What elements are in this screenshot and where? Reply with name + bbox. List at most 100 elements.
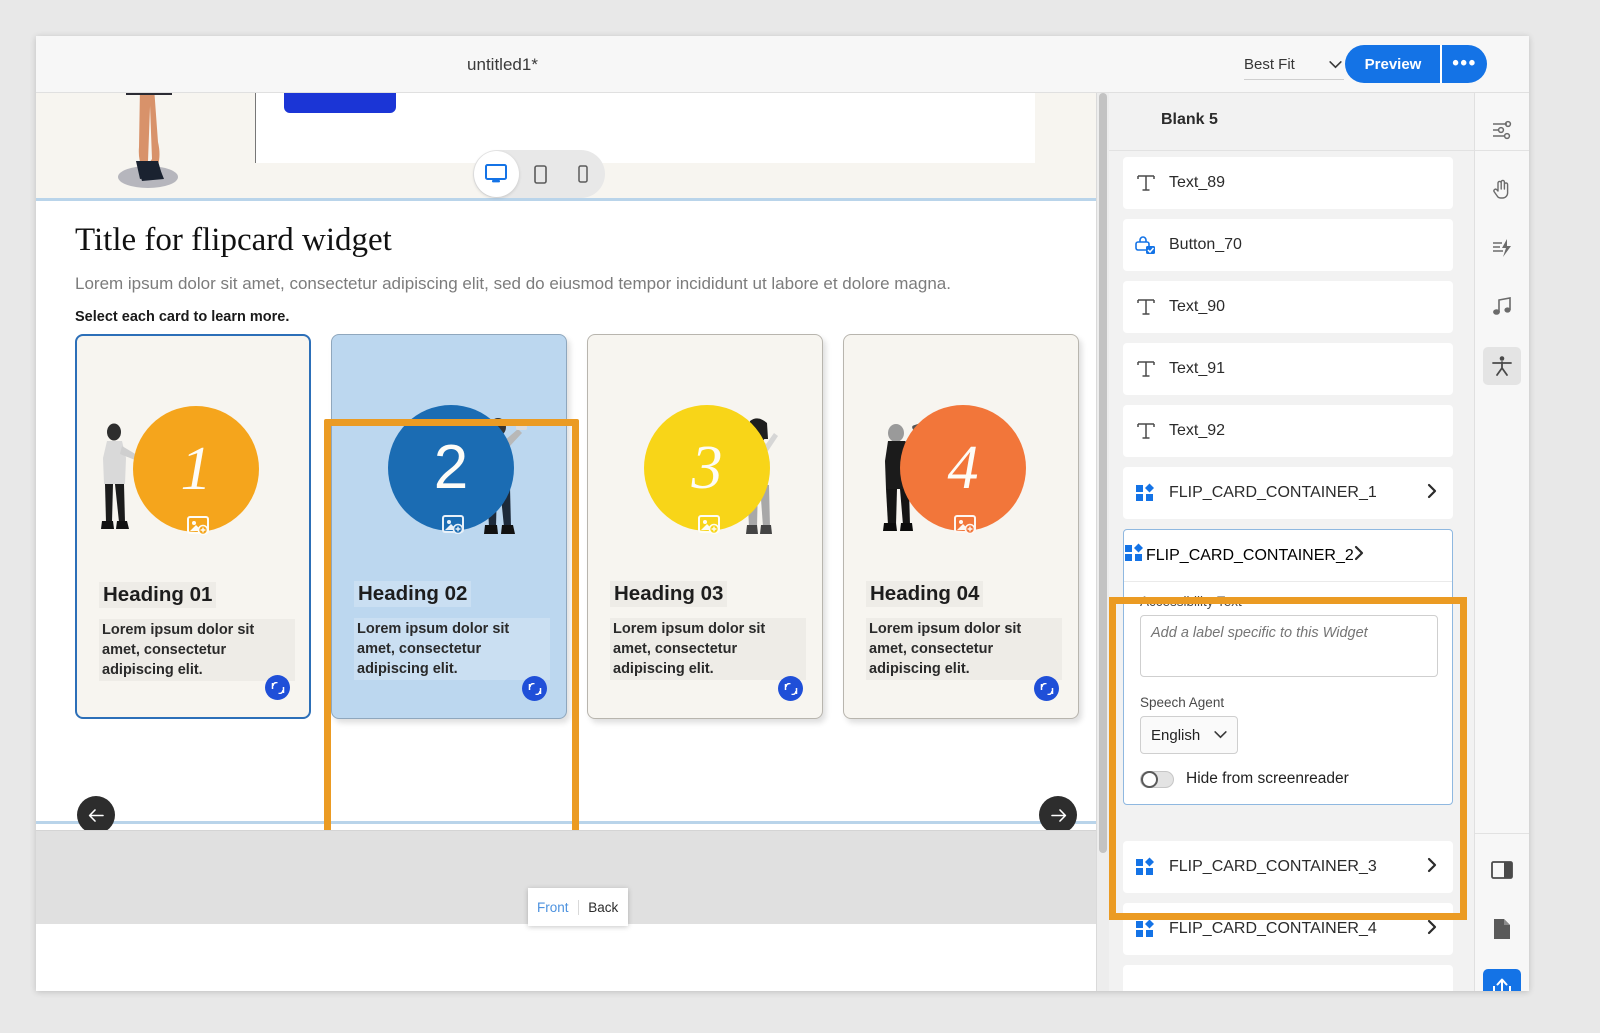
device-tablet-button[interactable]: [519, 150, 562, 198]
accessibility-button[interactable]: [1483, 347, 1521, 385]
widget-icon: [1123, 483, 1169, 503]
list-item-label: FLIP_CARD_CONTAINER_4: [1169, 920, 1377, 937]
effects-icon: [1493, 239, 1511, 257]
list-item-text-91[interactable]: Text_91: [1123, 343, 1453, 395]
flipcard-3-flip-button[interactable]: [778, 676, 803, 701]
widget-title: Title for flipcard widget: [75, 222, 392, 258]
flipcard-widget-canvas: Title for flipcard widget Lorem ipsum do…: [36, 204, 1096, 834]
device-desktop-button[interactable]: [474, 151, 519, 197]
widget-icon: [1124, 543, 1146, 568]
layout-panel-button[interactable]: [1483, 851, 1521, 889]
panel-scrollbar-thumb[interactable]: [1099, 93, 1107, 853]
flipcard-2-body: Lorem ipsum dolor sit amet, consectetur …: [354, 618, 550, 680]
audio-button[interactable]: [1483, 288, 1521, 326]
flip-icon: [528, 682, 541, 695]
layout-panel-icon: [1491, 861, 1513, 879]
preview-button[interactable]: Preview: [1345, 45, 1441, 83]
hide-from-screenreader-row[interactable]: Hide from screenreader: [1140, 770, 1436, 788]
list-item-flip-card-container-3[interactable]: FLIP_CARD_CONTAINER_3: [1123, 841, 1453, 893]
device-mobile-button[interactable]: [562, 150, 605, 198]
text-icon: [1123, 359, 1169, 379]
flipcard-row: 1 Heading 01 Lorem ipsum dolor sit amet,…: [75, 334, 1085, 724]
button-icon: [1123, 235, 1169, 255]
text-icon: [1123, 173, 1169, 193]
rail-divider: [1475, 150, 1529, 151]
list-item-label: Text_89: [1169, 174, 1226, 191]
flipcard-1-heading: Heading 01: [99, 582, 216, 608]
front-tab[interactable]: Front: [528, 900, 578, 915]
list-item-label: Text_90: [1169, 298, 1226, 315]
zoom-level-value: Best Fit: [1244, 56, 1295, 73]
chevron-down-icon: [1214, 731, 1227, 739]
list-item-text-92[interactable]: Text_92: [1123, 405, 1453, 457]
list-item-flip-card-container-4[interactable]: FLIP_CARD_CONTAINER_4: [1123, 903, 1453, 955]
text-icon: [1123, 297, 1169, 317]
arrow-right-icon: [1050, 808, 1066, 822]
properties-panel: Blank 5 Text_89 Button_70 Text_90 Text_9…: [1096, 93, 1475, 991]
zoom-level-select[interactable]: Best Fit: [1244, 50, 1344, 80]
toggle-knob: [1141, 770, 1158, 788]
panel-scrollbar[interactable]: [1097, 93, 1109, 991]
audio-music-icon: [1493, 297, 1511, 315]
chevron-right-icon[interactable]: [1427, 919, 1437, 940]
chevron-right-icon[interactable]: [1427, 857, 1437, 878]
list-item-text-89[interactable]: Text_89: [1123, 157, 1453, 209]
speech-agent-label: Speech Agent: [1140, 695, 1225, 710]
carousel-prev-button[interactable]: [77, 796, 115, 834]
device-preview-toggle[interactable]: [473, 150, 605, 198]
widget-icon: [1123, 919, 1169, 939]
speech-agent-select[interactable]: English: [1140, 716, 1238, 754]
image-placeholder-icon-2: [442, 515, 464, 534]
flipcard-1-number: 1: [180, 435, 212, 503]
list-item-button-70[interactable]: Button_70: [1123, 219, 1453, 271]
list-item-partial[interactable]: [1123, 965, 1453, 991]
text-icon: [1123, 421, 1169, 441]
properties-sliders-icon: [1493, 120, 1512, 140]
flipcard-2[interactable]: 2 Heading 02 Lorem ipsum dolor sit amet,…: [331, 334, 567, 719]
list-item-label: Button_70: [1169, 236, 1242, 253]
accessibility-text-label: Accessibility Text: [1140, 594, 1242, 609]
front-back-toggle[interactable]: Front Back: [528, 888, 628, 926]
publish-share-button[interactable]: [1483, 969, 1521, 991]
stage-top-strip: [36, 93, 1096, 201]
flipcard-1-flip-button[interactable]: [265, 675, 290, 700]
list-item-flip-card-container-1[interactable]: FLIP_CARD_CONTAINER_1: [1123, 467, 1453, 519]
page-document-icon: [1494, 919, 1510, 939]
back-tab[interactable]: Back: [577, 899, 629, 915]
page-document-button[interactable]: [1483, 910, 1521, 948]
flipcard-3-heading: Heading 03: [610, 581, 727, 607]
flipcard-1[interactable]: 1 Heading 01 Lorem ipsum dolor sit amet,…: [75, 334, 311, 719]
expanded-item-header[interactable]: FLIP_CARD_CONTAINER_2: [1124, 530, 1452, 582]
flipcard-2-number: 2: [433, 433, 469, 502]
expanded-item-flip-card-container-2: FLIP_CARD_CONTAINER_2 Accessibility Text…: [1123, 529, 1453, 805]
properties-sliders-button[interactable]: [1483, 111, 1521, 149]
widget-subtitle: Lorem ipsum dolor sit amet, consectetur …: [75, 274, 951, 293]
mobile-icon: [578, 165, 589, 183]
flipcard-2-heading: Heading 02: [354, 581, 472, 607]
expanded-item-body: Accessibility Text Speech Agent English: [1124, 582, 1452, 804]
speech-agent-value: English: [1151, 726, 1201, 744]
widget-icon: [1123, 857, 1169, 877]
interactions-button[interactable]: [1483, 170, 1521, 208]
flipcard-4-heading: Heading 04: [866, 581, 983, 607]
more-options-button[interactable]: •••: [1440, 45, 1487, 83]
image-placeholder-icon-3: [698, 515, 720, 534]
flipcard-3-circle: 3: [644, 405, 770, 531]
flipcard-4[interactable]: 4 Heading 04 Lorem ipsum dolor sit amet,…: [843, 334, 1079, 719]
list-item-text-90[interactable]: Text_90: [1123, 281, 1453, 333]
hide-from-screenreader-toggle[interactable]: [1140, 770, 1174, 788]
list-item-label: Text_92: [1169, 422, 1226, 439]
accessibility-text-input[interactable]: [1140, 615, 1438, 677]
widget-instruction: Select each card to learn more.: [75, 309, 290, 325]
flipcard-3[interactable]: 3 Heading 03 Lorem ipsum dolor sit amet,…: [587, 334, 823, 719]
chevron-right-icon[interactable]: [1427, 483, 1437, 504]
effects-button[interactable]: [1483, 229, 1521, 267]
flipcard-4-flip-button[interactable]: [1034, 676, 1059, 701]
chevron-right-icon[interactable]: [1354, 545, 1364, 566]
interactions-hand-icon: [1493, 179, 1509, 199]
flipcard-3-number: 3: [691, 434, 723, 502]
flipcard-2-flip-button[interactable]: [522, 676, 547, 701]
carousel-next-button[interactable]: [1039, 796, 1077, 834]
flipcard-1-body: Lorem ipsum dolor sit amet, consectetur …: [99, 619, 295, 681]
partial-blue-button: [284, 93, 396, 113]
